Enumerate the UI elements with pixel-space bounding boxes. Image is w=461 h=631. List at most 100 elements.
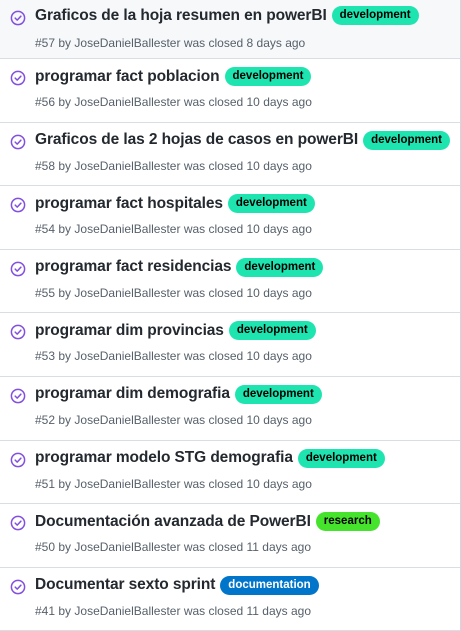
issue-title-line: Documentación avanzada de PowerBI resear…: [35, 512, 456, 532]
issue-label[interactable]: development: [227, 194, 315, 214]
issue-title-link[interactable]: Documentar sexto sprint: [35, 576, 215, 594]
issue-by: by: [58, 603, 72, 618]
issue-title-line: Documentar sexto sprint documentation: [35, 575, 456, 595]
issue-row[interactable]: programar fact poblacion development #56…: [0, 59, 460, 123]
issue-meta: #53 by JoseDanielBallester was closed 10…: [35, 349, 312, 363]
issue-status: was closed 10 days ago: [183, 349, 312, 364]
issue-meta: #52 by JoseDanielBallester was closed 10…: [35, 413, 312, 427]
issue-status: was closed 11 days ago: [183, 540, 312, 555]
issue-status: was closed 8 days ago: [183, 36, 306, 50]
issue-meta: #41 by JoseDanielBallester was closed 11…: [35, 604, 311, 618]
issue-author-link[interactable]: JoseDanielBallester: [74, 349, 180, 363]
issue-row[interactable]: programar dim demografia development #52…: [0, 377, 460, 441]
issue-by: by: [58, 412, 72, 427]
issue-number: #54: [35, 222, 56, 237]
issue-row[interactable]: programar fact residencias development #…: [0, 250, 460, 314]
issue-status: was closed 11 days ago: [183, 603, 312, 618]
issue-meta: #57 by JoseDanielBallester was closed 8 …: [35, 36, 305, 50]
issue-author-link[interactable]: JoseDanielBallester: [74, 540, 180, 554]
issue-by: by: [58, 36, 72, 50]
issue-status: was closed 10 days ago: [183, 285, 312, 300]
issue-title-line: programar dim provincias development: [35, 321, 456, 341]
issue-number: #56: [35, 95, 56, 109]
issue-author-link[interactable]: JoseDanielBallester: [74, 604, 180, 618]
issue-title-link[interactable]: programar fact poblacion: [35, 68, 220, 86]
issue-list: Graficos de la hoja resumen en powerBI d…: [0, 0, 461, 631]
issue-by: by: [58, 95, 72, 109]
issue-number: #41: [35, 603, 56, 618]
issue-author-link[interactable]: JoseDanielBallester: [74, 159, 180, 173]
issue-author-link[interactable]: JoseDanielBallester: [74, 222, 180, 236]
issue-closed-icon: [10, 134, 26, 149]
issue-title-link[interactable]: programar fact residencias: [35, 258, 232, 276]
issue-number: #51: [35, 476, 56, 491]
issue-number: #50: [35, 540, 56, 555]
issue-by: by: [58, 540, 72, 555]
issue-by: by: [58, 222, 72, 237]
issue-closed-icon: [10, 579, 26, 595]
issue-status: was closed 10 days ago: [183, 222, 312, 237]
issue-title-line: programar fact poblacion development: [35, 67, 456, 86]
issue-row[interactable]: Graficos de la hoja resumen en powerBI d…: [0, 0, 460, 59]
issue-title-line: programar modelo STG demografia developm…: [35, 448, 456, 468]
issue-row[interactable]: Documentación avanzada de PowerBI resear…: [0, 504, 460, 568]
issue-author-link[interactable]: JoseDanielBallester: [74, 477, 180, 491]
issue-meta: #58 by JoseDanielBallester was closed 10…: [35, 159, 312, 173]
issue-status: was closed 10 days ago: [183, 158, 312, 173]
issue-title-line: programar dim demografia development: [35, 384, 456, 404]
issue-row[interactable]: programar dim provincias development #53…: [0, 313, 460, 377]
issue-author-link[interactable]: JoseDanielBallester: [74, 286, 180, 300]
issue-title-link[interactable]: programar dim demografia: [35, 385, 230, 403]
issue-title-link[interactable]: programar dim provincias: [35, 322, 224, 340]
issue-closed-icon: [10, 388, 26, 404]
issue-label[interactable]: development: [363, 130, 450, 150]
issue-closed-icon: [10, 70, 26, 86]
issue-meta: #56 by JoseDanielBallester was closed 10…: [35, 95, 312, 109]
issue-meta: #50 by JoseDanielBallester was closed 11…: [35, 540, 311, 554]
issue-label[interactable]: development: [297, 448, 385, 468]
issue-meta: #55 by JoseDanielBallester was closed 10…: [35, 286, 312, 300]
issue-row[interactable]: programar modelo STG demografia developm…: [0, 441, 460, 505]
issue-number: #55: [35, 285, 56, 300]
issue-author-link[interactable]: JoseDanielBallester: [74, 413, 180, 427]
issue-row[interactable]: Graficos de las 2 hojas de casos en powe…: [0, 123, 460, 187]
issue-status: was closed 10 days ago: [183, 412, 312, 427]
issue-label[interactable]: development: [331, 6, 419, 25]
issue-by: by: [58, 476, 72, 491]
issue-closed-icon: [10, 515, 26, 531]
issue-closed-icon: [10, 325, 26, 340]
issue-title-link[interactable]: Graficos de la hoja resumen en powerBI: [35, 7, 327, 25]
issue-title-link[interactable]: Graficos de las 2 hojas de casos en powe…: [35, 131, 358, 149]
issue-status: was closed 10 days ago: [183, 95, 312, 109]
issue-closed-icon: [10, 452, 26, 467]
issue-row[interactable]: programar fact hospitales development #5…: [0, 186, 460, 250]
issue-number: #58: [35, 158, 56, 173]
issue-title-link[interactable]: programar fact hospitales: [35, 195, 223, 213]
issue-author-link[interactable]: JoseDanielBallester: [74, 95, 180, 109]
issue-author-link[interactable]: JoseDanielBallester: [74, 36, 180, 50]
issue-label[interactable]: development: [224, 67, 312, 86]
issue-closed-icon: [10, 261, 26, 277]
issue-label[interactable]: research: [315, 512, 380, 532]
issue-status: was closed 10 days ago: [183, 476, 312, 491]
issue-row[interactable]: Documentar sexto sprint documentation #4…: [0, 568, 460, 631]
issue-label[interactable]: development: [234, 384, 322, 404]
issue-label[interactable]: development: [228, 321, 316, 341]
issue-label[interactable]: development: [236, 257, 324, 277]
issue-by: by: [58, 158, 72, 173]
issue-title-line: programar fact residencias development: [35, 257, 456, 277]
issue-title-link[interactable]: programar modelo STG demografia: [35, 449, 293, 467]
issue-title-link[interactable]: Documentación avanzada de PowerBI: [35, 513, 311, 531]
issue-meta: #54 by JoseDanielBallester was closed 10…: [35, 222, 312, 236]
issue-number: #52: [35, 412, 56, 427]
issue-title-line: programar fact hospitales development: [35, 194, 456, 214]
issue-closed-icon: [10, 10, 26, 26]
issue-by: by: [58, 349, 72, 364]
issue-meta: #51 by JoseDanielBallester was closed 10…: [35, 477, 312, 491]
issue-number: #53: [35, 349, 56, 364]
issue-title-line: Graficos de las 2 hojas de casos en powe…: [35, 130, 456, 150]
issue-title-line: Graficos de la hoja resumen en powerBI d…: [35, 6, 456, 25]
issue-by: by: [58, 285, 72, 300]
issue-label[interactable]: documentation: [220, 575, 319, 595]
issue-number: #57: [35, 36, 56, 50]
